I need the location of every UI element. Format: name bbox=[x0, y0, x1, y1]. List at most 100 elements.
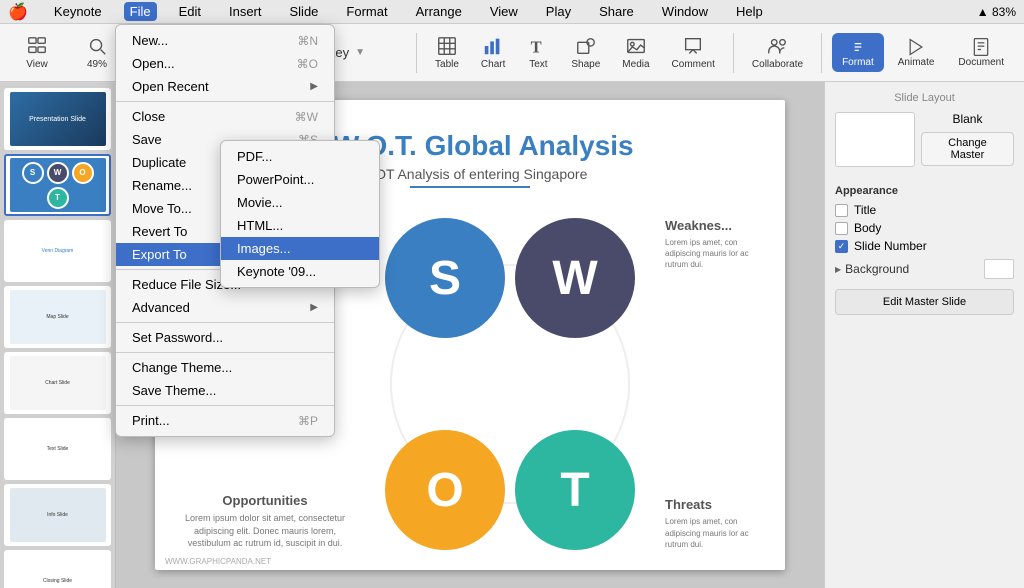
submenu-html[interactable]: HTML... bbox=[221, 214, 379, 237]
submenu-images[interactable]: Images... bbox=[221, 237, 379, 260]
menu-sep-5 bbox=[116, 405, 334, 406]
slide-thumb-inner-1: Presentation Slide bbox=[10, 92, 106, 146]
slide-number-checkbox[interactable] bbox=[835, 240, 848, 253]
menubar-share[interactable]: Share bbox=[593, 2, 640, 21]
zoom-button[interactable]: 49% bbox=[78, 31, 116, 74]
media-button[interactable]: Media bbox=[614, 31, 657, 74]
menubar-view[interactable]: View bbox=[484, 2, 524, 21]
menubar-keynote[interactable]: Keynote bbox=[48, 2, 108, 21]
menu-new[interactable]: New... ⌘N bbox=[116, 29, 334, 52]
menu-open[interactable]: Open... ⌘O bbox=[116, 52, 334, 75]
menubar-arrange[interactable]: Arrange bbox=[410, 2, 468, 21]
menu-sep-3 bbox=[116, 322, 334, 323]
menu-save-theme[interactable]: Save Theme... bbox=[116, 379, 334, 402]
submenu-movie[interactable]: Movie... bbox=[221, 191, 379, 214]
threats-label: Threats bbox=[665, 497, 765, 512]
zoom-label: 49% bbox=[87, 59, 107, 70]
swot-circles-container: S W O T bbox=[355, 198, 665, 570]
menu-set-password[interactable]: Set Password... bbox=[116, 326, 334, 349]
background-triangle-icon: ▶ bbox=[835, 265, 841, 274]
shape-button[interactable]: Shape bbox=[563, 31, 608, 74]
slide-thumb-7[interactable]: 7 Info Slide bbox=[4, 484, 111, 546]
body-checkbox[interactable] bbox=[835, 222, 848, 235]
title-checkbox-row: Title bbox=[835, 203, 1014, 217]
menubar-insert[interactable]: Insert bbox=[223, 2, 268, 21]
appearance-section-title: Appearance bbox=[835, 185, 1014, 197]
menu-close[interactable]: Close ⌘W bbox=[116, 105, 334, 128]
menu-sep-4 bbox=[116, 352, 334, 353]
swot-o-circle: O bbox=[385, 430, 505, 550]
text-label: Text bbox=[529, 59, 547, 70]
opportunities-text: Lorem ipsum dolor sit amet, consectetur … bbox=[175, 512, 355, 550]
submenu-keynote09[interactable]: Keynote '09... bbox=[221, 260, 379, 283]
table-icon bbox=[436, 35, 458, 57]
weakness-label: Weaknes... bbox=[665, 218, 765, 233]
toolbar-view-section: View bbox=[10, 27, 64, 78]
edit-master-button[interactable]: Edit Master Slide bbox=[835, 289, 1014, 315]
slide-thumb-8[interactable]: 8 Closing Slide bbox=[4, 550, 111, 588]
right-sections: Weaknes... Lorem ips amet, con adipiscin… bbox=[665, 198, 765, 570]
view-button[interactable]: View bbox=[18, 31, 56, 74]
menubar-slide[interactable]: Slide bbox=[284, 2, 325, 21]
animate-label: Animate bbox=[898, 57, 935, 68]
media-icon bbox=[625, 35, 647, 57]
format-panel-button[interactable]: Format bbox=[832, 33, 884, 72]
slide-thumb-inner-3: Venn Diagram bbox=[10, 224, 106, 278]
slide-underline bbox=[410, 186, 530, 188]
slide-thumb-4[interactable]: 4 Map Slide bbox=[4, 286, 111, 348]
slide-thumb-5[interactable]: 5 Chart Slide bbox=[4, 352, 111, 414]
media-label: Media bbox=[622, 59, 649, 70]
menubar-format[interactable]: Format bbox=[340, 2, 393, 21]
toolbar-divider-4 bbox=[821, 33, 822, 73]
chart-label: Chart bbox=[481, 59, 505, 70]
swot-s-circle: S bbox=[385, 218, 505, 338]
title-checkbox-label: Title bbox=[854, 203, 876, 217]
menubar-help[interactable]: Help bbox=[730, 2, 769, 21]
layout-preview bbox=[835, 112, 915, 167]
change-master-button[interactable]: Change Master bbox=[921, 132, 1014, 166]
background-row: ▶ Background bbox=[835, 259, 1014, 279]
menubar-file[interactable]: File bbox=[124, 2, 157, 21]
menu-print[interactable]: Print... ⌘P bbox=[116, 409, 334, 432]
background-swatch[interactable] bbox=[984, 259, 1014, 279]
slide-thumb-6[interactable]: 6 Text Slide bbox=[4, 418, 111, 480]
slide-number-checkbox-label: Slide Number bbox=[854, 239, 927, 253]
body-checkbox-label: Body bbox=[854, 221, 881, 235]
text-button[interactable]: T Text bbox=[519, 31, 557, 74]
animate-icon bbox=[906, 37, 926, 57]
comment-button[interactable]: Comment bbox=[664, 31, 723, 74]
submenu-powerpoint[interactable]: PowerPoint... bbox=[221, 168, 379, 191]
menubar-window[interactable]: Window bbox=[656, 2, 714, 21]
document-panel-button[interactable]: Document bbox=[948, 33, 1014, 72]
shape-label: Shape bbox=[571, 59, 600, 70]
menu-advanced[interactable]: Advanced ▶ bbox=[116, 296, 334, 319]
slide-thumb-3[interactable]: 3 Venn Diagram bbox=[4, 220, 111, 282]
toolbar-right: Format Animate Document bbox=[832, 33, 1014, 72]
slide-thumb-inner-6: Text Slide bbox=[10, 422, 106, 476]
slide-thumb-2[interactable]: 2 S W O T bbox=[4, 154, 111, 216]
menu-change-theme[interactable]: Change Theme... bbox=[116, 356, 334, 379]
menubar-edit[interactable]: Edit bbox=[173, 2, 207, 21]
slide-thumb-inner-2: S W O T bbox=[10, 158, 106, 212]
weakness-text: Lorem ips amet, con adipiscing mauris lo… bbox=[665, 237, 765, 271]
opportunities-label: Opportunities bbox=[175, 493, 355, 508]
shape-icon bbox=[575, 35, 597, 57]
animate-panel-button[interactable]: Animate bbox=[888, 33, 945, 72]
menubar-play[interactable]: Play bbox=[540, 2, 577, 21]
collaborate-button[interactable]: Collaborate bbox=[744, 31, 811, 74]
view-icon bbox=[26, 35, 48, 57]
submenu-pdf[interactable]: PDF... bbox=[221, 145, 379, 168]
text-icon: T bbox=[527, 35, 549, 57]
title-checkbox[interactable] bbox=[835, 204, 848, 217]
menubar: 🍎 Keynote File Edit Insert Slide Format … bbox=[0, 0, 1024, 24]
chart-icon bbox=[482, 35, 504, 57]
slide-thumb-inner-8: Closing Slide bbox=[10, 554, 106, 588]
slide-footer: WWW.GRAPHICPANDA.NET bbox=[165, 557, 271, 566]
table-button[interactable]: Table bbox=[427, 31, 467, 74]
slide-thumb-1[interactable]: 1 Presentation Slide bbox=[4, 88, 111, 150]
swot-w-circle: W bbox=[515, 218, 635, 338]
apple-menu[interactable]: 🍎 bbox=[8, 2, 28, 22]
chart-button[interactable]: Chart bbox=[473, 31, 513, 74]
menu-open-recent[interactable]: Open Recent ▶ bbox=[116, 75, 334, 98]
background-label: ▶ Background bbox=[835, 262, 909, 276]
